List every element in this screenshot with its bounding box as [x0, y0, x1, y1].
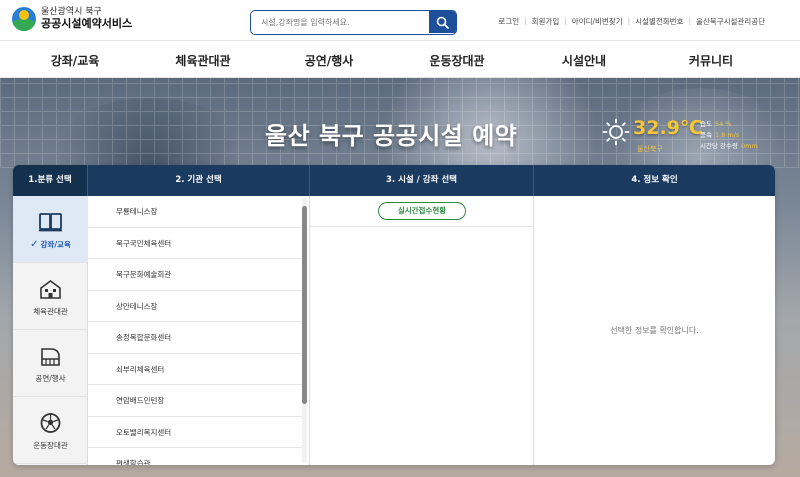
list-item[interactable]: 오토밸리복지센터: [88, 417, 303, 448]
signup-link[interactable]: 회원가입: [527, 16, 565, 27]
weather-widget: 32.9℃ 울산북구 습도 54 % 풍속 1.8 m/s 시간당 강수량 0mm: [602, 116, 792, 158]
search-icon: [436, 16, 449, 29]
list-item[interactable]: 쇠부리체육센터: [88, 354, 303, 385]
piano-icon: [41, 348, 60, 366]
soccer-ball-icon: [40, 413, 61, 433]
search-bar: [250, 10, 457, 35]
nav-item-facility-info[interactable]: 시설안내: [562, 52, 606, 69]
category-label: 공연/행사: [35, 374, 66, 383]
list-item[interactable]: 북구문화예술회관: [88, 259, 303, 291]
category-gym-rental[interactable]: 체육관대관: [13, 263, 88, 330]
step-header-institution: 2. 기관 선택: [88, 165, 310, 196]
category-lectures[interactable]: ✓ 강좌/교육: [13, 196, 88, 263]
search-input[interactable]: [251, 11, 429, 33]
logo-title: 공공시설예약서비스: [41, 16, 133, 30]
category-performances[interactable]: 공연/행사: [13, 330, 88, 397]
search-button[interactable]: [429, 11, 456, 33]
book-icon: [39, 213, 62, 232]
facility-corp-link[interactable]: 울산북구시설관리공단: [691, 16, 770, 27]
main-nav: 강좌/교육 체육관대관 공연/행사 운동장대관 시설안내 커뮤니티: [0, 40, 800, 78]
step-header-category: 1.분류 선택: [13, 165, 88, 196]
wind-value: 1.8 m/s: [714, 131, 740, 139]
institution-scrollbar[interactable]: [302, 198, 307, 463]
building-icon: [40, 280, 61, 299]
rain-value: 0mm: [740, 142, 758, 150]
check-icon: ✓: [30, 239, 39, 250]
category-stadium-rental[interactable]: 운동장대관: [13, 397, 88, 464]
login-link[interactable]: 로그인: [493, 16, 524, 27]
humidity-label: 습도: [700, 120, 712, 128]
wind-label: 풍속: [700, 131, 712, 139]
list-item[interactable]: 북구국민체육센터: [88, 228, 303, 259]
sun-icon: [602, 118, 630, 146]
rain-label: 시간당 강수량: [700, 142, 738, 150]
step-header-facility: 3. 시설 / 강좌 선택: [310, 165, 534, 196]
category-label: 운동장대관: [33, 441, 68, 450]
nav-item-gym-rental[interactable]: 체육관대관: [175, 52, 230, 69]
list-item[interactable]: 송정복합문화센터: [88, 322, 303, 354]
site-logo[interactable]: 울산광역시 북구 공공시설예약서비스: [12, 7, 132, 31]
weather-region: 울산북구: [637, 145, 663, 153]
site-header: 울산광역시 북구 공공시설예약서비스 로그인 | 회원가입 | 아이디/비번찾기…: [0, 0, 800, 40]
list-item[interactable]: 상안테니스장: [88, 291, 303, 322]
divider: [310, 226, 534, 227]
hero-banner: 울산 북구 공공시설 예약 32.9℃ 울산북구 습도 54 % 풍속 1.8 m/…: [0, 78, 800, 477]
nav-item-performances[interactable]: 공연/행사: [305, 52, 354, 69]
reservation-panel: 1.분류 선택 2. 기관 선택 3. 시설 / 강좌 선택 4. 정보 확인 …: [13, 165, 775, 465]
temperature-value: 32.9℃: [633, 117, 703, 139]
nav-item-stadium-rental[interactable]: 운동장대관: [429, 52, 484, 69]
logo-emblem-icon: [12, 7, 36, 31]
list-item[interactable]: 무룡테니스장: [88, 196, 303, 228]
hero-title: 울산 북구 공공시설 예약: [265, 122, 518, 150]
category-label: 체육관대관: [33, 307, 68, 316]
category-label: ✓ 강좌/교육: [30, 239, 71, 250]
find-account-link[interactable]: 아이디/비번찾기: [567, 16, 628, 27]
step-header-info: 4. 정보 확인: [631, 175, 678, 185]
facility-phone-link[interactable]: 시설별전화번호: [630, 16, 688, 27]
humidity-value: 54 %: [714, 120, 732, 128]
scrollbar-thumb[interactable]: [302, 206, 307, 404]
category-column: ✓ 강좌/교육 체육관대관 공연/행사 운동장대관: [13, 196, 88, 465]
info-column: 선택한 정보를 확인합니다.: [534, 196, 775, 465]
facility-column: 실시간접수현황: [310, 196, 534, 465]
info-placeholder: 선택한 정보를 확인합니다.: [610, 326, 699, 335]
realtime-status-button[interactable]: 실시간접수현황: [378, 202, 466, 220]
weather-stats: 습도 54 % 풍속 1.8 m/s 시간당 강수량 0mm: [700, 119, 758, 152]
nav-item-community[interactable]: 커뮤니티: [689, 52, 733, 69]
list-item[interactable]: 연암배드민턴장: [88, 385, 303, 417]
panel-header: 1.분류 선택 2. 기관 선택 3. 시설 / 강좌 선택 4. 정보 확인: [13, 165, 775, 196]
logo-text: 울산광역시 북구 공공시설예약서비스: [41, 7, 133, 30]
utility-links: 로그인 | 회원가입 | 아이디/비번찾기 | 시설별전화번호 | 울산북구시설…: [493, 16, 770, 27]
list-item[interactable]: 편생학습관: [88, 448, 303, 465]
nav-item-lectures[interactable]: 강좌/교육: [51, 52, 100, 69]
institution-column: 무룡테니스장 북구국민체육센터 북구문화예술회관 상안테니스장 송정복합문화센터…: [88, 196, 310, 465]
